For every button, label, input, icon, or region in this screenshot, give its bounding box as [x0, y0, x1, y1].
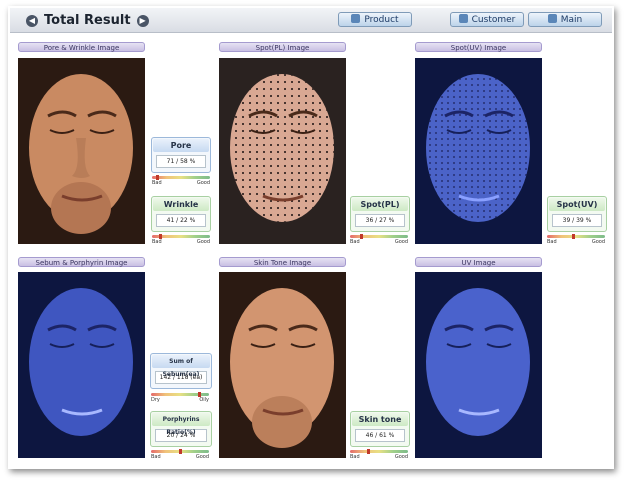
prev-icon[interactable]: ◀ [26, 14, 38, 27]
spot-uv-label: Spot(UV) [549, 198, 605, 211]
section-spot-pl: Spot(PL) Image [219, 42, 346, 52]
spot-uv-low: Bad [547, 239, 557, 245]
skin-tone-label: Skin tone [352, 413, 408, 426]
pore-low: Bad [152, 180, 162, 186]
spot-pl-label: Spot(PL) [352, 198, 408, 211]
pore-card: Pore 71 / 58 % [151, 137, 211, 173]
main-button[interactable]: Main [528, 12, 602, 27]
skin-tone-image [219, 272, 346, 458]
spot-uv-card: Spot(UV) 39 / 39 % [547, 196, 607, 232]
customer-label: Customer [471, 15, 516, 25]
spot-pl-meter: Bad Good [350, 234, 408, 247]
sebum-porphyrin-image [18, 272, 145, 458]
sebum-label: Sum of Sebum(ea) [152, 355, 210, 378]
sebum-meter-knob [197, 392, 201, 397]
spot-pl-card: Spot(PL) 36 / 27 % [350, 196, 410, 232]
spot-pl-meter-knob [359, 234, 363, 239]
spot-uv-image [415, 58, 542, 244]
customer-icon [458, 14, 468, 23]
wrinkle-high: Good [196, 239, 210, 245]
section-skin-tone: Skin Tone Image [219, 257, 346, 267]
pore-value: 71 / 58 % [156, 155, 206, 168]
spot-uv-high: Good [591, 239, 605, 245]
section-sebum-porphyrin: Sebum & Porphyrin Image [18, 257, 145, 267]
sebum-low: Dry [151, 397, 160, 403]
skin-tone-meter-knob [366, 449, 370, 454]
customer-button[interactable]: Customer [450, 12, 524, 27]
wrinkle-meter: Bad Good [152, 234, 210, 247]
wrinkle-meter-knob [158, 234, 162, 239]
porphyrin-meter: Bad Good [151, 449, 209, 462]
skin-tone-low: Bad [350, 454, 360, 460]
wrinkle-value: 41 / 22 % [156, 214, 206, 227]
uv-image [415, 272, 542, 458]
main-label: Main [560, 15, 583, 25]
spot-uv-meter: Bad Good [547, 234, 605, 247]
skin-tone-meter: Bad Good [350, 449, 408, 462]
spot-pl-low: Bad [350, 239, 360, 245]
section-spot-uv: Spot(UV) Image [415, 42, 542, 52]
section-uv: UV Image [415, 257, 542, 267]
header-bar: ◀ Total Result ▶ Product Customer Main [10, 8, 612, 33]
skin-tone-value: 46 / 61 % [355, 429, 405, 442]
sebum-card: Sum of Sebum(ea) 142 / 118 (ea) [150, 353, 212, 389]
porphyrin-card: Porphyrins Ratio(%) 20 / 24 % [150, 411, 212, 447]
porphyrin-label: Porphyrins Ratio(%) [152, 413, 210, 436]
product-icon [351, 14, 361, 23]
product-button[interactable]: Product [338, 12, 412, 27]
porphyrin-value: 20 / 24 % [155, 429, 207, 442]
wrinkle-label: Wrinkle [153, 198, 209, 211]
spot-pl-value: 36 / 27 % [355, 214, 405, 227]
spot-uv-value: 39 / 39 % [552, 214, 602, 227]
sebum-high: Oily [199, 397, 209, 403]
page-title: Total Result [44, 13, 131, 28]
pore-meter: Bad Good [152, 175, 210, 188]
porphyrin-meter-knob [178, 449, 182, 454]
title-group: ◀ Total Result ▶ [26, 13, 149, 28]
porphyrin-low: Bad [151, 454, 161, 460]
wrinkle-card: Wrinkle 41 / 22 % [151, 196, 211, 232]
spot-pl-image [219, 58, 346, 244]
sebum-meter: Dry Oily [151, 392, 209, 405]
spot-pl-high: Good [394, 239, 408, 245]
product-label: Product [364, 15, 399, 25]
skin-tone-high: Good [394, 454, 408, 460]
section-pore-wrinkle: Pore & Wrinkle Image [18, 42, 145, 52]
sebum-value: 142 / 118 (ea) [155, 371, 207, 384]
main-icon [547, 14, 557, 23]
pore-meter-knob [156, 175, 160, 180]
pore-high: Good [196, 180, 210, 186]
spot-uv-meter-knob [571, 234, 575, 239]
wrinkle-low: Bad [152, 239, 162, 245]
skin-tone-card: Skin tone 46 / 61 % [350, 411, 410, 447]
next-icon[interactable]: ▶ [136, 14, 149, 27]
pore-wrinkle-image [18, 58, 145, 244]
porphyrin-high: Good [195, 454, 209, 460]
pore-label: Pore [153, 139, 209, 152]
